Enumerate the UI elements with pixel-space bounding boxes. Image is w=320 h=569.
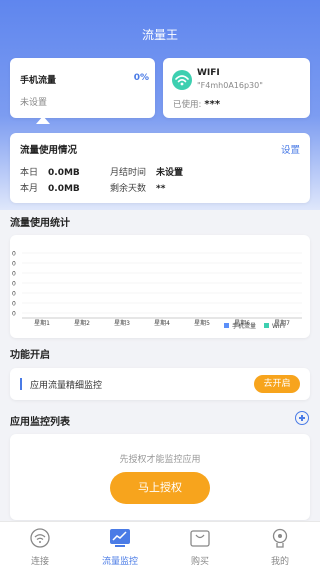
wifi-icon (172, 70, 192, 90)
today-label: 本日 (20, 168, 39, 178)
stats-title: 流量使用统计 (10, 218, 70, 229)
profile-icon (269, 528, 291, 548)
usage-settings-link[interactable]: 设置 (281, 142, 300, 156)
wifi-used-label: 已使用: (173, 100, 202, 110)
cart-icon (189, 528, 211, 548)
settle-row: 月结时间 未设置 (110, 165, 183, 178)
settle-label: 月结时间 (110, 168, 147, 178)
monitor-icon (109, 528, 131, 548)
tab-label: 我的 (270, 557, 289, 567)
legend-swatch (224, 323, 229, 328)
usage-card: 流量使用情况 设置 本日 0.0MB 本月 0.0MB 月结时间 未设置 剩余天数 ** (10, 133, 310, 203)
usage-chart-card: 0 0 0 0 0 0 0 星期1 星期2 星期3 星期4 星期5 星期6 星期7 手机流量 WIFI (10, 235, 310, 338)
tab-label: 流量监控 (101, 557, 138, 567)
legend-label: WIFI (272, 323, 285, 330)
wifi-title: WIFI (197, 68, 220, 78)
x-tick-label: 星期3 (114, 319, 130, 327)
x-tick-label: 星期2 (74, 319, 90, 327)
month-value: 0.0MB (48, 184, 80, 194)
remain-value: ** (156, 184, 166, 194)
y-tick-label: 0 (12, 251, 16, 258)
feature-marker (20, 378, 22, 390)
settle-value: 未设置 (156, 168, 184, 178)
feature-label: 应用流量精细监控 (30, 381, 103, 391)
bottom-tab-bar: 连接 流量监控 购买 我的 (0, 521, 320, 569)
tab-label: 购买 (190, 557, 209, 567)
tab-profile[interactable]: 我的 (240, 522, 320, 569)
app-monitor-card: 先授权才能监控应用 马上授权 (10, 434, 310, 520)
mobile-data-percent: 0% (133, 73, 149, 83)
y-tick-label: 0 (12, 291, 16, 298)
tab-monitor[interactable]: 流量监控 (80, 522, 160, 569)
legend-swatch (264, 323, 269, 328)
tab-buy[interactable]: 购买 (160, 522, 240, 569)
mobile-data-card[interactable]: 手机流量 0% 未设置 (10, 58, 155, 118)
app-monitor-title: 应用监控列表 (10, 417, 70, 428)
remain-label: 剩余天数 (110, 184, 147, 194)
authorize-button[interactable]: 马上授权 (110, 472, 210, 504)
feature-row: 应用流量精细监控 去开启 (10, 368, 310, 400)
x-tick-label: 星期1 (34, 319, 50, 327)
y-tick-label: 0 (12, 271, 16, 278)
wifi-icon (29, 528, 51, 548)
y-tick-label: 0 (12, 301, 16, 308)
legend-label: 手机流量 (232, 322, 256, 330)
wifi-used: 已使用: *** (173, 98, 220, 110)
tab-connect[interactable]: 连接 (0, 522, 80, 569)
mobile-data-title: 手机流量 (20, 76, 57, 86)
add-icon[interactable] (295, 411, 309, 425)
y-tick-label: 0 (12, 261, 16, 268)
month-label: 本月 (20, 184, 39, 194)
enable-monitor-button[interactable]: 去开启 (254, 375, 300, 393)
wifi-card[interactable]: WIFI "F4mh0A16p30" 已使用: *** (163, 58, 310, 118)
usage-chart: 0000000星期1 星期2 星期3 星期4 星期5 星期6 星期7手机流量 WIFI (12, 251, 302, 330)
usage-title: 流量使用情况 (20, 145, 78, 156)
features-title: 功能开启 (10, 350, 50, 361)
wifi-used-value: *** (204, 99, 221, 110)
x-tick-label: 星期5 (194, 319, 210, 327)
card-pointer (36, 116, 50, 124)
today-row: 本日 0.0MB (20, 165, 80, 178)
remain-row: 剩余天数 ** (110, 181, 165, 194)
wifi-ssid: "F4mh0A16p30" (197, 81, 263, 90)
today-value: 0.0MB (48, 168, 80, 178)
y-tick-label: 0 (12, 281, 16, 288)
y-tick-label: 0 (12, 311, 16, 318)
month-row: 本月 0.0MB (20, 181, 80, 194)
app-title: 流量王 (141, 28, 178, 42)
x-tick-label: 星期4 (154, 319, 170, 327)
tab-label: 连接 (30, 557, 49, 567)
mobile-data-status: 未设置 (20, 98, 48, 108)
authorize-hint: 先授权才能监控应用 (119, 455, 201, 465)
